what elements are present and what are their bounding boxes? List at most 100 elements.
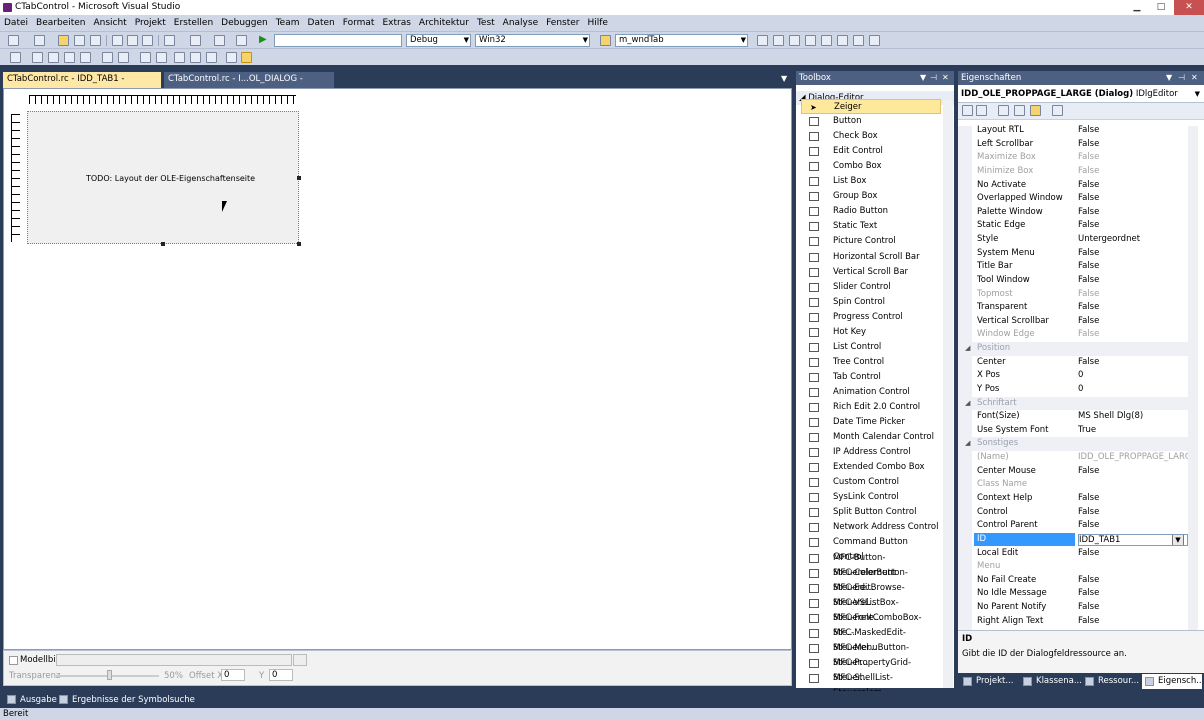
- properties-scrollbar[interactable]: [1188, 126, 1198, 630]
- menu-item-architektur[interactable]: Architektur: [415, 15, 473, 31]
- config-combo[interactable]: Debug ▼: [406, 34, 471, 47]
- copy-icon[interactable]: [127, 35, 138, 46]
- toolbox-item[interactable]: Rich Edit 2.0 Control: [801, 400, 941, 415]
- resize-handle-right[interactable]: [297, 176, 301, 180]
- property-value[interactable]: False: [1078, 288, 1188, 302]
- property-row[interactable]: Context Help False: [958, 492, 1188, 506]
- toolbox-item[interactable]: MFC-FontComboBox-Ste...: [801, 611, 941, 638]
- property-category[interactable]: ◢ Schriftart: [958, 396, 1188, 411]
- toolbox-item[interactable]: Slider Control: [801, 280, 941, 295]
- close-icon[interactable]: ✕: [1174, 0, 1204, 15]
- property-row[interactable]: X Pos 0: [958, 369, 1188, 383]
- property-row[interactable]: Font(Size) MS Shell Dlg(8): [958, 410, 1188, 424]
- find-icon[interactable]: [600, 35, 611, 46]
- property-row[interactable]: Window Edge False: [958, 328, 1188, 342]
- property-value[interactable]: False: [1078, 138, 1188, 152]
- property-value[interactable]: False: [1078, 301, 1188, 315]
- toolbox-item[interactable]: MFC-MenuButton-Steuer...: [801, 641, 941, 668]
- toolbox-item[interactable]: MFC-MaskedEdit-Steuerel...: [801, 626, 941, 653]
- menu-item-extras[interactable]: Extras: [378, 15, 414, 31]
- property-value[interactable]: False: [1078, 328, 1188, 342]
- categorized-icon[interactable]: [962, 105, 973, 116]
- pin-icon[interactable]: ⊣: [930, 71, 937, 85]
- property-value[interactable]: False: [1078, 506, 1188, 520]
- property-row[interactable]: ▼ ID IDD_TAB1: [958, 532, 1188, 547]
- property-row[interactable]: Use System Font True: [958, 424, 1188, 438]
- offset-x-input[interactable]: 0: [221, 669, 245, 681]
- property-row[interactable]: No Fail Create False: [958, 574, 1188, 588]
- property-value[interactable]: False: [1078, 151, 1188, 165]
- make-same-width-icon[interactable]: [174, 52, 185, 63]
- toolbox-item[interactable]: Horizontal Scroll Bar: [801, 250, 941, 265]
- toolbox-item[interactable]: List Box: [801, 174, 941, 189]
- tab-class-view[interactable]: Klassena...: [1020, 674, 1082, 689]
- object-browser-icon[interactable]: [789, 35, 800, 46]
- toolbox-item[interactable]: Spin Control: [801, 295, 941, 310]
- property-value[interactable]: 0: [1078, 369, 1188, 383]
- property-value[interactable]: False: [1078, 247, 1188, 261]
- toolbox-item[interactable]: Check Box: [801, 129, 941, 144]
- toolbox-item[interactable]: MFC-ShellList-Steuerelem...: [801, 671, 941, 698]
- alphabetical-icon[interactable]: [976, 105, 987, 116]
- property-value[interactable]: False: [1078, 492, 1188, 506]
- property-row[interactable]: Maximize Box False: [958, 151, 1188, 165]
- property-row[interactable]: System Menu False: [958, 247, 1188, 261]
- navigate-back-icon[interactable]: [214, 35, 225, 46]
- property-value[interactable]: False: [1078, 574, 1188, 588]
- property-category[interactable]: ◢ Sonstiges: [958, 437, 1188, 452]
- properties-window-icon[interactable]: [773, 35, 784, 46]
- toolbox-item[interactable]: Extended Combo Box: [801, 460, 941, 475]
- offset-y-input[interactable]: 0: [269, 669, 293, 681]
- align-right-icon[interactable]: [48, 52, 59, 63]
- close-icon[interactable]: ✕: [942, 71, 949, 85]
- property-value[interactable]: False: [1078, 587, 1188, 601]
- tab-list-dropdown-icon[interactable]: ▼: [781, 74, 787, 83]
- toolbox-item[interactable]: Radio Button: [801, 204, 941, 219]
- tab-ol-dialog[interactable]: CTabControl.rc - I...OL_DIALOG - Dialog*: [164, 72, 334, 99]
- menu-item-bearbeiten[interactable]: Bearbeiten: [32, 15, 89, 31]
- toolbox-scrollbar[interactable]: [943, 100, 953, 688]
- toolbox-item[interactable]: Date Time Picker: [801, 415, 941, 430]
- menu-item-datei[interactable]: Datei: [0, 15, 32, 31]
- property-row[interactable]: Vertical Scrollbar False: [958, 315, 1188, 329]
- modellbild-path-input[interactable]: [56, 654, 292, 666]
- save-all-icon[interactable]: [90, 35, 101, 46]
- space-across-icon[interactable]: [140, 52, 151, 63]
- property-value[interactable]: False: [1078, 274, 1188, 288]
- menu-item-team[interactable]: Team: [272, 15, 304, 31]
- property-row[interactable]: Control Parent False: [958, 519, 1188, 533]
- toolbox-item[interactable]: Group Box: [801, 189, 941, 204]
- property-value[interactable]: False: [1078, 356, 1188, 370]
- extension-manager-icon[interactable]: [853, 35, 864, 46]
- property-value[interactable]: True: [1078, 424, 1188, 438]
- events-icon[interactable]: [1030, 105, 1041, 116]
- property-row[interactable]: Overlapped Window False: [958, 192, 1188, 206]
- tab-output[interactable]: Ausgabe: [6, 693, 57, 707]
- toolbox-item[interactable]: MFC-EditBrowse-Steuerel...: [801, 581, 941, 608]
- property-row[interactable]: Transparent False: [958, 301, 1188, 315]
- property-row[interactable]: Menu: [958, 560, 1188, 574]
- toolbox-item[interactable]: Custom Control: [801, 475, 941, 490]
- properties-icon[interactable]: [998, 105, 1009, 116]
- align-left-icon[interactable]: [32, 52, 43, 63]
- property-row[interactable]: Local Edit False: [958, 547, 1188, 561]
- dialog-template[interactable]: TODO: Layout der OLE-Eigenschaftenseite: [27, 111, 299, 244]
- menu-item-ansicht[interactable]: Ansicht: [89, 15, 130, 31]
- property-value[interactable]: IDD_OLE_PROPPAGE_LARGE: [1078, 451, 1188, 465]
- property-value[interactable]: False: [1078, 465, 1188, 479]
- navigate-forward-icon[interactable]: [236, 35, 247, 46]
- test-dialog-icon[interactable]: [10, 52, 21, 63]
- property-value[interactable]: False: [1078, 179, 1188, 193]
- property-row[interactable]: Static Edge False: [958, 219, 1188, 233]
- menu-item-fenster[interactable]: Fenster: [542, 15, 583, 31]
- toolbox-item[interactable]: Progress Control: [801, 310, 941, 325]
- browse-button[interactable]: [293, 654, 307, 666]
- property-row[interactable]: Topmost False: [958, 288, 1188, 302]
- property-row[interactable]: Y Pos 0: [958, 383, 1188, 397]
- make-same-height-icon[interactable]: [190, 52, 201, 63]
- menu-item-erstellen[interactable]: Erstellen: [170, 15, 217, 31]
- property-row[interactable]: Tool Window False: [958, 274, 1188, 288]
- property-row[interactable]: No Activate False: [958, 179, 1188, 193]
- toolbox-item[interactable]: MFC-VSListBox-Steuerele...: [801, 596, 941, 623]
- menu-item-test[interactable]: Test: [473, 15, 499, 31]
